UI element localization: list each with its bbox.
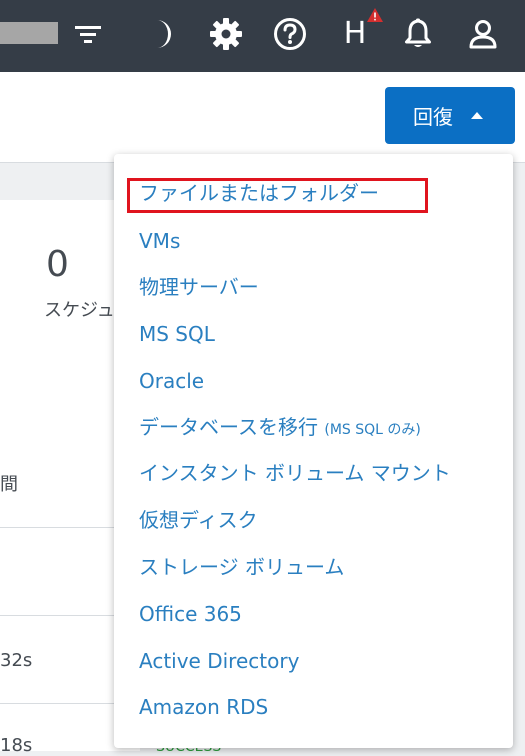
menu-item-ms-sql[interactable]: MS SQL <box>139 322 215 346</box>
caret-up-icon <box>471 112 483 119</box>
menu-item-migrate-database[interactable]: データベースを移行 (MS SQL のみ) <box>139 415 421 442</box>
gear-icon[interactable] <box>208 16 244 52</box>
h-label: H <box>343 16 367 51</box>
recover-button[interactable]: 回復 <box>385 87 515 144</box>
menu-item-amazon-rds[interactable]: Amazon RDS <box>139 695 268 719</box>
summary-label: スケジュ <box>44 300 115 321</box>
menu-item-instant-volume-mount[interactable]: インスタント ボリューム マウント <box>139 461 451 485</box>
menu-item-oracle[interactable]: Oracle <box>139 369 204 393</box>
menu-item-virtual-disks[interactable]: 仮想ディスク <box>139 508 258 532</box>
top-navigation-bar: H <box>0 0 525 72</box>
menu-item-active-directory[interactable]: Active Directory <box>139 649 299 673</box>
column-label-fragment: 間 <box>0 474 18 495</box>
duration-value: 18s <box>0 735 33 756</box>
user-icon[interactable] <box>465 16 501 52</box>
search-field-fragment[interactable] <box>0 22 58 44</box>
menu-item-storage-volumes[interactable]: ストレージ ボリューム <box>139 555 344 579</box>
alert-icon <box>367 8 383 22</box>
menu-item-office-365[interactable]: Office 365 <box>139 602 242 626</box>
highlight-box <box>127 178 428 213</box>
bell-icon[interactable] <box>400 16 436 52</box>
menu-item-vms[interactable]: VMs <box>139 229 180 253</box>
recover-button-label: 回復 <box>413 105 453 129</box>
menu-item-label: データベースを移行 <box>139 415 325 439</box>
help-icon[interactable] <box>272 16 308 52</box>
filter-icon[interactable] <box>70 16 106 52</box>
duration-value: 32s <box>0 650 33 671</box>
moon-icon[interactable] <box>143 16 179 52</box>
summary-count: 0 <box>46 244 69 285</box>
menu-item-note: (MS SQL のみ) <box>324 422 421 438</box>
menu-item-physical-servers[interactable]: 物理サーバー <box>139 275 259 299</box>
